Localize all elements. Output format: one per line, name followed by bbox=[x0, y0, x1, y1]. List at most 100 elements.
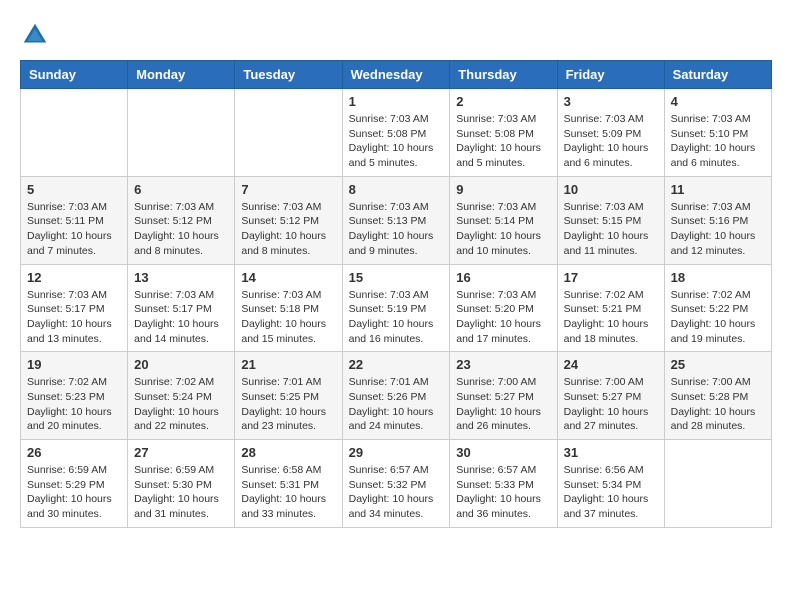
calendar-cell bbox=[128, 89, 235, 177]
day-number: 24 bbox=[564, 357, 658, 372]
day-info: Sunrise: 7:03 AM Sunset: 5:08 PM Dayligh… bbox=[456, 112, 550, 171]
day-info: Sunrise: 6:59 AM Sunset: 5:29 PM Dayligh… bbox=[27, 463, 121, 522]
calendar-cell: 27Sunrise: 6:59 AM Sunset: 5:30 PM Dayli… bbox=[128, 440, 235, 528]
day-number: 18 bbox=[671, 270, 765, 285]
day-info: Sunrise: 7:03 AM Sunset: 5:13 PM Dayligh… bbox=[349, 200, 444, 259]
day-info: Sunrise: 7:03 AM Sunset: 5:18 PM Dayligh… bbox=[241, 288, 335, 347]
day-of-week-header: Saturday bbox=[664, 61, 771, 89]
day-of-week-header: Monday bbox=[128, 61, 235, 89]
day-info: Sunrise: 7:03 AM Sunset: 5:10 PM Dayligh… bbox=[671, 112, 765, 171]
calendar-cell bbox=[664, 440, 771, 528]
calendar-cell: 19Sunrise: 7:02 AM Sunset: 5:23 PM Dayli… bbox=[21, 352, 128, 440]
day-number: 31 bbox=[564, 445, 658, 460]
calendar-cell: 24 Sunrise: 7:00 AM Sunset: 5:27 PM Dayli… bbox=[557, 352, 664, 440]
day-of-week-header: Sunday bbox=[21, 61, 128, 89]
day-number: 19 bbox=[27, 357, 121, 372]
calendar-cell: 20 Sunrise: 7:02 AM Sunset: 5:24 PM Dayli… bbox=[128, 352, 235, 440]
day-info: Sunrise: 7:00 AM Sunset: 5:27 PM Dayligh… bbox=[456, 375, 550, 434]
day-info: Sunrise: 7:03 AM Sunset: 5:17 PM Dayligh… bbox=[134, 288, 228, 347]
calendar-cell: 29 Sunrise: 6:57 AM Sunset: 5:32 PM Dayli… bbox=[342, 440, 450, 528]
day-info: Sunrise: 7:00 AM Sunset: 5:27 PM Dayligh… bbox=[564, 375, 658, 434]
calendar-cell bbox=[21, 89, 128, 177]
day-of-week-header: Friday bbox=[557, 61, 664, 89]
day-info: Sunrise: 6:57 AM Sunset: 5:32 PM Dayligh… bbox=[349, 463, 444, 522]
day-info: Sunrise: 7:01 AM Sunset: 5:25 PM Dayligh… bbox=[241, 375, 335, 434]
day-info: Sunrise: 6:57 AM Sunset: 5:33 PM Dayligh… bbox=[456, 463, 550, 522]
calendar-week-row: 12 Sunrise: 7:03 AM Sunset: 5:17 PM Dayli… bbox=[21, 264, 772, 352]
day-number: 16 bbox=[456, 270, 550, 285]
calendar-cell: 26 Sunrise: 6:59 AM Sunset: 5:29 PM Dayli… bbox=[21, 440, 128, 528]
calendar-cell: 7 Sunrise: 7:03 AM Sunset: 5:12 PM Daylig… bbox=[235, 176, 342, 264]
day-info: Sunrise: 7:03 AM Sunset: 5:12 PM Dayligh… bbox=[241, 200, 335, 259]
calendar-cell: 6Sunrise: 7:03 AM Sunset: 5:12 PM Daylig… bbox=[128, 176, 235, 264]
day-number: 4 bbox=[671, 94, 765, 109]
day-number: 10 bbox=[564, 182, 658, 197]
day-number: 9 bbox=[456, 182, 550, 197]
day-number: 30 bbox=[456, 445, 550, 460]
day-info: Sunrise: 6:58 AM Sunset: 5:31 PM Dayligh… bbox=[241, 463, 335, 522]
calendar-cell: 10Sunrise: 7:03 AM Sunset: 5:15 PM Dayli… bbox=[557, 176, 664, 264]
day-number: 22 bbox=[349, 357, 444, 372]
calendar-cell: 9 Sunrise: 7:03 AM Sunset: 5:14 PM Daylig… bbox=[450, 176, 557, 264]
day-of-week-header: Wednesday bbox=[342, 61, 450, 89]
calendar-cell: 30 Sunrise: 6:57 AM Sunset: 5:33 PM Dayli… bbox=[450, 440, 557, 528]
day-info: Sunrise: 7:03 AM Sunset: 5:09 PM Dayligh… bbox=[564, 112, 658, 171]
day-number: 7 bbox=[241, 182, 335, 197]
calendar-cell: 18 Sunrise: 7:02 AM Sunset: 5:22 PM Dayli… bbox=[664, 264, 771, 352]
day-number: 14 bbox=[241, 270, 335, 285]
calendar-table: SundayMondayTuesdayWednesdayThursdayFrid… bbox=[20, 60, 772, 528]
calendar-cell: 13Sunrise: 7:03 AM Sunset: 5:17 PM Dayli… bbox=[128, 264, 235, 352]
day-info: Sunrise: 7:03 AM Sunset: 5:16 PM Dayligh… bbox=[671, 200, 765, 259]
day-info: Sunrise: 7:03 AM Sunset: 5:11 PM Dayligh… bbox=[27, 200, 121, 259]
day-info: Sunrise: 7:01 AM Sunset: 5:26 PM Dayligh… bbox=[349, 375, 444, 434]
day-info: Sunrise: 7:03 AM Sunset: 5:20 PM Dayligh… bbox=[456, 288, 550, 347]
day-info: Sunrise: 7:03 AM Sunset: 5:08 PM Dayligh… bbox=[349, 112, 444, 171]
calendar-cell: 31 Sunrise: 6:56 AM Sunset: 5:34 PM Dayli… bbox=[557, 440, 664, 528]
logo-icon bbox=[20, 20, 50, 50]
day-number: 26 bbox=[27, 445, 121, 460]
day-number: 23 bbox=[456, 357, 550, 372]
calendar-cell: 8 Sunrise: 7:03 AM Sunset: 5:13 PM Daylig… bbox=[342, 176, 450, 264]
calendar-cell: 12Sunrise: 7:03 AM Sunset: 5:17 PM Dayli… bbox=[21, 264, 128, 352]
day-info: Sunrise: 7:03 AM Sunset: 5:14 PM Dayligh… bbox=[456, 200, 550, 259]
calendar-cell: 3 Sunrise: 7:03 AM Sunset: 5:09 PM Daylig… bbox=[557, 89, 664, 177]
calendar-cell: 4 Sunrise: 7:03 AM Sunset: 5:10 PM Daylig… bbox=[664, 89, 771, 177]
calendar-cell: 21 Sunrise: 7:01 AM Sunset: 5:25 PM Dayli… bbox=[235, 352, 342, 440]
day-info: Sunrise: 7:02 AM Sunset: 5:24 PM Dayligh… bbox=[134, 375, 228, 434]
day-info: Sunrise: 7:02 AM Sunset: 5:21 PM Dayligh… bbox=[564, 288, 658, 347]
day-number: 6 bbox=[134, 182, 228, 197]
calendar-cell: 11 Sunrise: 7:03 AM Sunset: 5:16 PM Dayli… bbox=[664, 176, 771, 264]
day-info: Sunrise: 6:56 AM Sunset: 5:34 PM Dayligh… bbox=[564, 463, 658, 522]
calendar-week-row: 1 Sunrise: 7:03 AM Sunset: 5:08 PM Daylig… bbox=[21, 89, 772, 177]
day-info: Sunrise: 7:00 AM Sunset: 5:28 PM Dayligh… bbox=[671, 375, 765, 434]
calendar-cell: 15Sunrise: 7:03 AM Sunset: 5:19 PM Dayli… bbox=[342, 264, 450, 352]
calendar-cell: 28 Sunrise: 6:58 AM Sunset: 5:31 PM Dayli… bbox=[235, 440, 342, 528]
day-number: 28 bbox=[241, 445, 335, 460]
day-number: 15 bbox=[349, 270, 444, 285]
calendar-cell bbox=[235, 89, 342, 177]
day-number: 11 bbox=[671, 182, 765, 197]
calendar-cell: 23 Sunrise: 7:00 AM Sunset: 5:27 PM Dayli… bbox=[450, 352, 557, 440]
logo bbox=[20, 20, 54, 50]
calendar-cell: 5Sunrise: 7:03 AM Sunset: 5:11 PM Daylig… bbox=[21, 176, 128, 264]
day-number: 1 bbox=[349, 94, 444, 109]
day-number: 12 bbox=[27, 270, 121, 285]
day-number: 20 bbox=[134, 357, 228, 372]
day-number: 21 bbox=[241, 357, 335, 372]
calendar-cell: 25 Sunrise: 7:00 AM Sunset: 5:28 PM Dayli… bbox=[664, 352, 771, 440]
day-number: 17 bbox=[564, 270, 658, 285]
calendar-cell: 2Sunrise: 7:03 AM Sunset: 5:08 PM Daylig… bbox=[450, 89, 557, 177]
day-info: Sunrise: 7:02 AM Sunset: 5:22 PM Dayligh… bbox=[671, 288, 765, 347]
calendar-cell: 1 Sunrise: 7:03 AM Sunset: 5:08 PM Daylig… bbox=[342, 89, 450, 177]
day-number: 3 bbox=[564, 94, 658, 109]
day-number: 29 bbox=[349, 445, 444, 460]
calendar-cell: 14 Sunrise: 7:03 AM Sunset: 5:18 PM Dayli… bbox=[235, 264, 342, 352]
calendar-cell: 22 Sunrise: 7:01 AM Sunset: 5:26 PM Dayli… bbox=[342, 352, 450, 440]
calendar-week-row: 5Sunrise: 7:03 AM Sunset: 5:11 PM Daylig… bbox=[21, 176, 772, 264]
day-number: 25 bbox=[671, 357, 765, 372]
day-number: 8 bbox=[349, 182, 444, 197]
calendar-cell: 16 Sunrise: 7:03 AM Sunset: 5:20 PM Dayli… bbox=[450, 264, 557, 352]
day-number: 27 bbox=[134, 445, 228, 460]
calendar-week-row: 19Sunrise: 7:02 AM Sunset: 5:23 PM Dayli… bbox=[21, 352, 772, 440]
calendar-cell: 17 Sunrise: 7:02 AM Sunset: 5:21 PM Dayli… bbox=[557, 264, 664, 352]
